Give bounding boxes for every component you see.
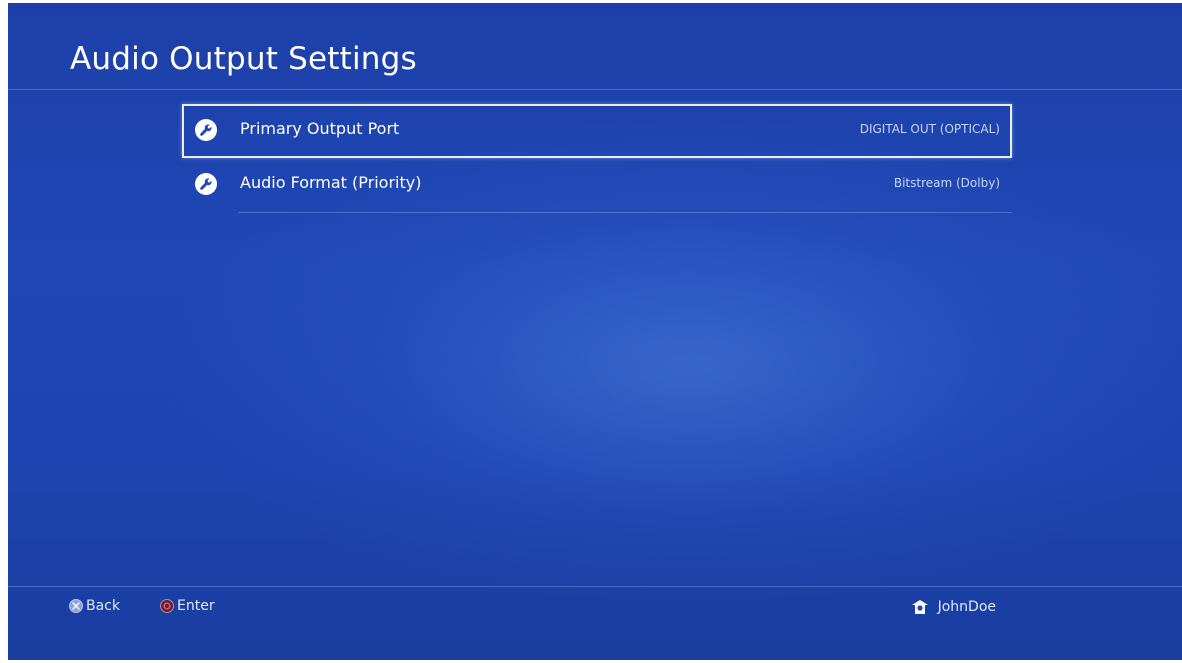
cross-button-icon — [69, 599, 83, 613]
username: JohnDoe — [937, 599, 996, 615]
audio-output-settings-screen: Audio Output Settings Primary Output Por… — [8, 3, 1182, 660]
back-hint[interactable]: Back — [69, 598, 120, 614]
enter-hint[interactable]: Enter — [160, 598, 215, 614]
menu-item-primary-output-port[interactable]: Primary Output Port DIGITAL OUT (OPTICAL… — [182, 104, 1012, 158]
menu-item-label: Audio Format (Priority) — [240, 173, 422, 192]
menu-item-audio-format[interactable]: Audio Format (Priority) Bitstream (Dolby… — [182, 158, 1012, 213]
wrench-icon — [195, 173, 217, 195]
enter-label: Enter — [177, 598, 215, 614]
menu-item-label: Primary Output Port — [240, 119, 400, 138]
circle-button-icon — [160, 599, 174, 613]
settings-menu: Primary Output Port DIGITAL OUT (OPTICAL… — [182, 104, 1012, 213]
user-indicator: JohnDoe — [910, 597, 996, 617]
footer-bar: Back Enter JohnDoe — [8, 586, 1182, 660]
menu-item-divider — [238, 212, 1012, 213]
header-divider — [8, 89, 1182, 90]
page-title: Audio Output Settings — [70, 41, 417, 77]
menu-item-value: DIGITAL OUT (OPTICAL) — [859, 122, 1000, 136]
menu-item-value: Bitstream (Dolby) — [893, 176, 1000, 190]
wrench-icon — [195, 119, 217, 141]
user-avatar-icon — [910, 597, 930, 617]
back-label: Back — [86, 598, 120, 614]
